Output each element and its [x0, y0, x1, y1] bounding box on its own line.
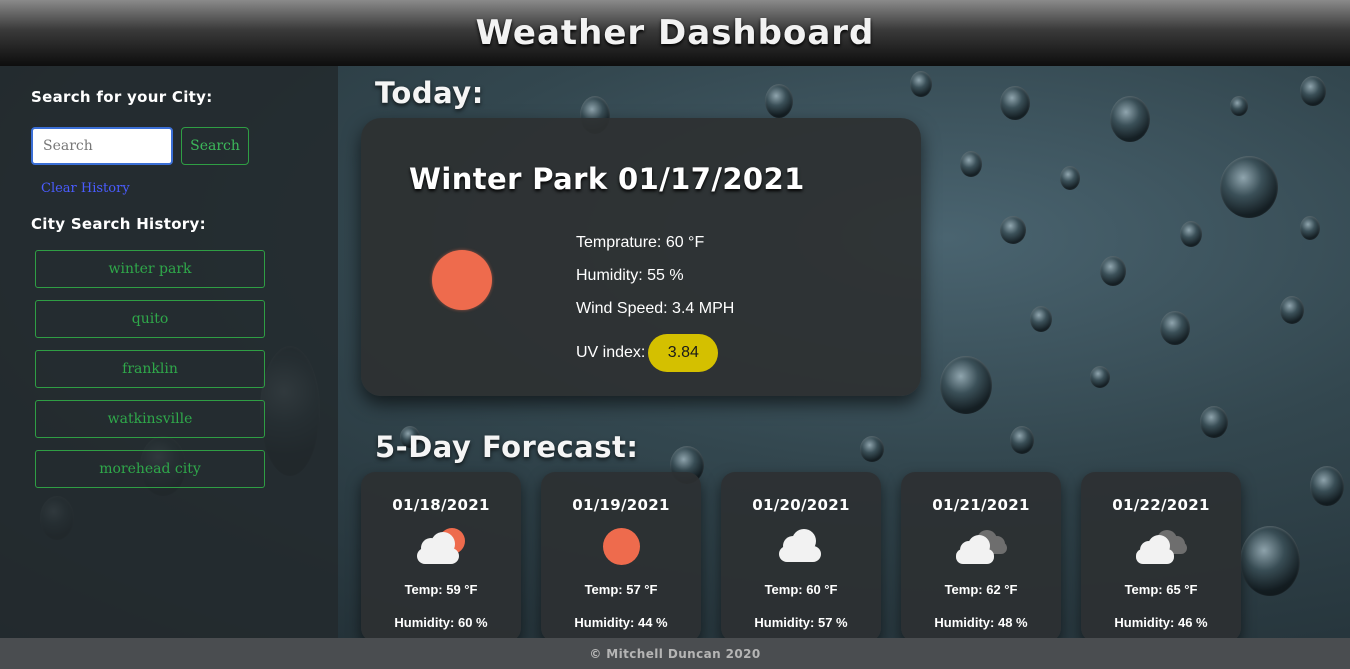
- uv-badge: 3.84: [648, 334, 719, 372]
- forecast-humidity: Humidity: 57 %: [754, 615, 848, 630]
- forecast-humidity: Humidity: 60 %: [394, 615, 488, 630]
- forecast-date: 01/18/2021: [392, 496, 490, 514]
- search-button[interactable]: Search: [181, 127, 249, 165]
- forecast-temp: Temp: 59 °F: [404, 582, 478, 597]
- forecast-temp: Temp: 60 °F: [764, 582, 838, 597]
- raindrop-image: [1000, 216, 1026, 244]
- raindrop-image: [1000, 86, 1030, 120]
- today-wind: Wind Speed: 3.4 MPH: [576, 300, 735, 317]
- forecast-humidity: Humidity: 46 %: [1114, 615, 1208, 630]
- raindrop-image: [1090, 366, 1110, 388]
- today-humidity: Humidity: 55 %: [576, 267, 684, 284]
- forecast-temp: Temp: 62 °F: [944, 582, 1018, 597]
- raindrop-image: [1310, 466, 1344, 506]
- raindrop-image: [1300, 76, 1326, 106]
- today-city-date: Winter Park 01/17/2021: [409, 162, 805, 196]
- forecast-date: 01/22/2021: [1112, 496, 1210, 514]
- history-item-morehead-city[interactable]: morehead city: [35, 450, 265, 488]
- today-card: Winter Park 01/17/2021 Temprature: 60 °F…: [361, 118, 921, 396]
- forecast-date: 01/20/2021: [752, 496, 850, 514]
- raindrop-image: [860, 436, 884, 462]
- forecast-temp: Temp: 57 °F: [584, 582, 658, 597]
- forecast-card: 01/19/2021 Temp: 57 °F Humidity: 44 %: [541, 472, 701, 642]
- uv-label: UV index:: [576, 344, 646, 361]
- history-item-franklin[interactable]: franklin: [35, 350, 265, 388]
- raindrop-image: [1160, 311, 1190, 345]
- search-heading: Search for your City:: [31, 88, 213, 106]
- forecast-title: 5-Day Forecast:: [375, 430, 639, 464]
- raindrop-image: [1240, 526, 1300, 596]
- raindrop-image: [960, 151, 982, 177]
- uv-row: UV index: 3.84: [576, 334, 734, 372]
- today-title: Today:: [375, 76, 484, 110]
- forecast-date: 01/21/2021: [932, 496, 1030, 514]
- broken-clouds-icon: [1131, 524, 1191, 568]
- history-heading: City Search History:: [31, 215, 206, 233]
- forecast-temp: Temp: 65 °F: [1124, 582, 1198, 597]
- history-item-winter-park[interactable]: winter park: [35, 250, 265, 288]
- history-item-quito[interactable]: quito: [35, 300, 265, 338]
- history-item-watkinsville[interactable]: watkinsville: [35, 400, 265, 438]
- forecast-humidity: Humidity: 44 %: [574, 615, 668, 630]
- raindrop-image: [940, 356, 992, 414]
- history-list: winter park quito franklin watkinsville …: [31, 250, 338, 488]
- page-footer: © Mitchell Duncan 2020: [0, 638, 1350, 669]
- forecast-humidity: Humidity: 48 %: [934, 615, 1028, 630]
- raindrop-image: [1300, 216, 1320, 240]
- forecast-card: 01/20/2021 Temp: 60 °F Humidity: 57 %: [721, 472, 881, 642]
- raindrop-image: [1110, 96, 1150, 142]
- broken-clouds-icon: [951, 524, 1011, 568]
- raindrop-image: [1200, 406, 1228, 438]
- raindrop-image: [1230, 96, 1248, 116]
- raindrop-image: [1030, 306, 1052, 332]
- raindrop-image: [1280, 296, 1304, 324]
- forecast-card: 01/22/2021 Temp: 65 °F Humidity: 46 %: [1081, 472, 1241, 642]
- search-input[interactable]: [31, 127, 173, 165]
- forecast-card: 01/21/2021 Temp: 62 °F Humidity: 48 %: [901, 472, 1061, 642]
- page-header: Weather Dashboard: [0, 0, 1350, 66]
- sidebar: Search for your City: Search Clear Histo…: [0, 66, 338, 638]
- raindrop-image: [1180, 221, 1202, 247]
- raindrop-image: [1010, 426, 1034, 454]
- today-temperature: Temprature: 60 °F: [576, 234, 705, 251]
- raindrop-image: [1100, 256, 1126, 286]
- sun-icon: [591, 524, 651, 568]
- clear-history-link[interactable]: Clear History: [41, 181, 130, 196]
- search-row: Search: [31, 127, 338, 165]
- cloud-icon: [771, 524, 831, 568]
- footer-copyright: © Mitchell Duncan 2020: [589, 646, 761, 661]
- raindrop-image: [765, 84, 793, 118]
- today-stats: Temprature: 60 °F Humidity: 55 % Wind Sp…: [576, 233, 734, 372]
- sun-icon: [432, 250, 492, 310]
- page-title: Weather Dashboard: [475, 13, 875, 53]
- forecast-card: 01/18/2021 Temp: 59 °F Humidity: 60 %: [361, 472, 521, 642]
- partly-cloudy-sun-icon: [411, 524, 471, 568]
- raindrop-image: [1220, 156, 1278, 218]
- forecast-date: 01/19/2021: [572, 496, 670, 514]
- raindrop-image: [910, 71, 932, 97]
- raindrop-image: [1060, 166, 1080, 190]
